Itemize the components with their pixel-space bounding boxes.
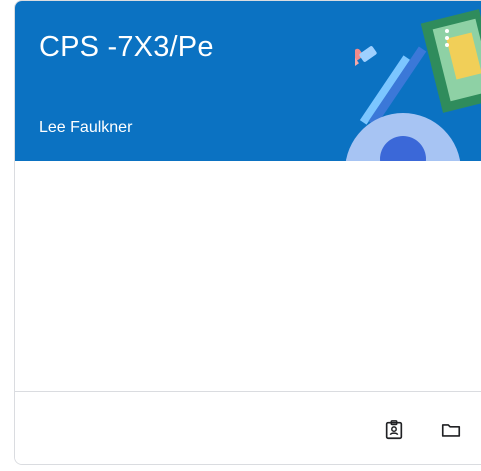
class-title[interactable]: CPS -7X3/Pe (39, 31, 214, 64)
more-options-button[interactable] (435, 29, 459, 65)
more-vertical-icon (445, 29, 449, 33)
folder-icon[interactable] (435, 414, 467, 446)
class-card-footer (15, 391, 481, 464)
class-card[interactable]: CPS -7X3/Pe Lee Faulkner (14, 0, 481, 465)
class-card-body (15, 161, 481, 391)
teacher-name: Lee Faulkner (39, 119, 133, 136)
assignment-ind-icon[interactable] (378, 414, 410, 446)
